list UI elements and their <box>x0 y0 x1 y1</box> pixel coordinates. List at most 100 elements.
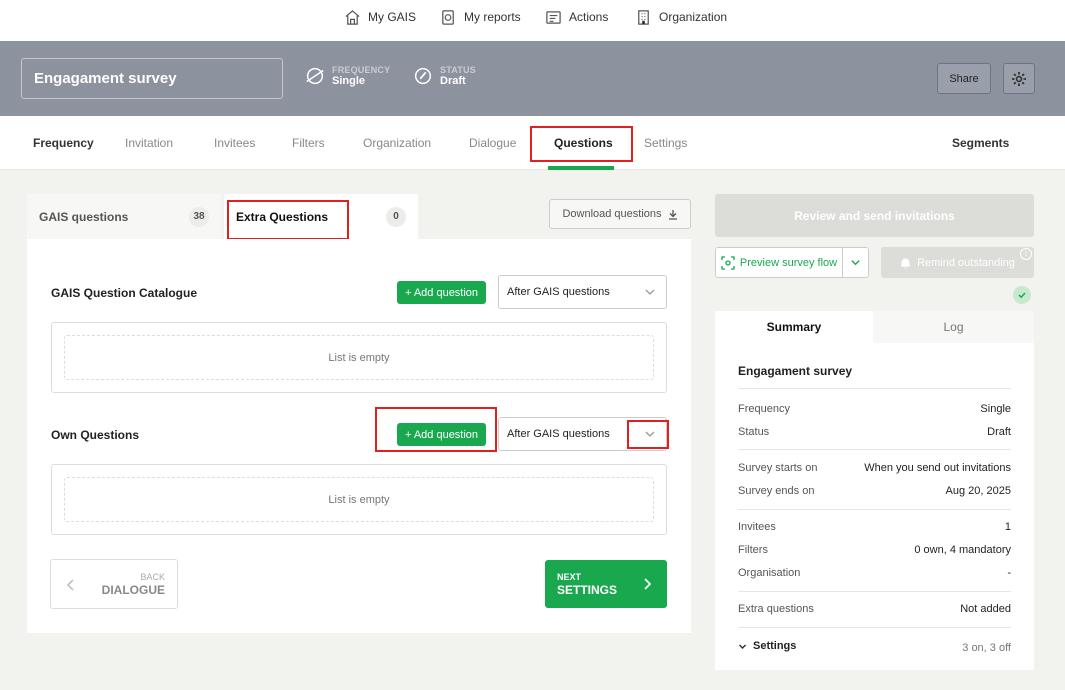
info-icon[interactable]: i <box>1020 248 1032 260</box>
active-tab-indicator <box>548 166 614 170</box>
chevron-left-icon <box>66 579 74 591</box>
catalogue-list: List is empty <box>51 322 667 393</box>
subtab-gais-label: GAIS questions <box>39 210 129 224</box>
summary-survey-title: Engagament survey <box>738 364 853 378</box>
summary-value: 0 own, 4 mandatory <box>914 544 1011 556</box>
tab-log[interactable]: Log <box>873 311 1034 343</box>
catalogue-add-question-button[interactable]: + Add question <box>397 281 486 304</box>
nav-organization-label: Organization <box>659 10 728 24</box>
back-label: BACK <box>140 572 165 582</box>
reports-icon <box>442 9 454 25</box>
summary-row-filters: Filters 0 own, 4 mandatory <box>738 544 1011 558</box>
summary-key: Filters <box>738 544 768 556</box>
summary-key: Organisation <box>738 567 801 579</box>
tab-settings[interactable]: Settings <box>644 136 687 150</box>
summary-row-status: Status Draft <box>738 426 1011 440</box>
summary-key: Survey starts on <box>738 462 818 474</box>
subtab-extra-questions[interactable]: Extra Questions 0 <box>224 194 418 239</box>
tab-invitation[interactable]: Invitation <box>125 136 173 150</box>
download-icon <box>668 209 677 220</box>
summary-value: - <box>1007 567 1011 579</box>
nav-my-reports[interactable]: My reports <box>440 8 521 26</box>
nav-organization[interactable]: Organization <box>635 8 727 26</box>
own-position-select[interactable]: After GAIS questions <box>498 417 667 451</box>
preview-survey-flow-button[interactable]: Preview survey flow <box>715 247 869 278</box>
tab-frequency[interactable]: Frequency <box>33 136 94 150</box>
preview-dropdown-toggle[interactable] <box>843 248 868 277</box>
summary-value: When you send out invitations <box>864 462 1011 474</box>
building-icon <box>638 9 649 25</box>
top-navigation: My GAIS My reports Actions Organization <box>0 0 1065 41</box>
summary-panel: Engagament survey Frequency Single Statu… <box>715 343 1034 670</box>
status-label: STATUS <box>440 65 476 75</box>
preview-survey-flow-main[interactable]: Preview survey flow <box>716 248 843 277</box>
frequency-label: FREQUENCY <box>332 65 391 75</box>
survey-tabs: Frequency Invitation Invitees Filters Or… <box>0 116 1065 170</box>
own-questions-list: List is empty <box>51 464 667 535</box>
actions-icon <box>546 10 561 24</box>
divider <box>738 509 1011 510</box>
catalogue-empty-text: List is empty <box>64 335 654 380</box>
tab-invitees[interactable]: Invitees <box>214 136 255 150</box>
summary-key: Survey ends on <box>738 485 815 497</box>
own-empty-text: List is empty <box>64 477 654 522</box>
download-questions-button[interactable]: Download questions <box>549 199 691 229</box>
divider <box>738 449 1011 450</box>
next-button[interactable]: NEXT SETTINGS <box>545 560 667 608</box>
divider <box>738 591 1011 592</box>
status-value: Draft <box>440 75 466 87</box>
tab-dialogue[interactable]: Dialogue <box>469 136 516 150</box>
tab-filters[interactable]: Filters <box>292 136 325 150</box>
home-icon <box>345 9 360 25</box>
back-value: DIALOGUE <box>101 583 165 597</box>
remind-outstanding-label: Remind outstanding <box>917 256 1015 269</box>
download-questions-label: Download questions <box>562 208 662 220</box>
chevron-down-icon[interactable] <box>644 428 656 440</box>
back-button[interactable]: BACK DIALOGUE <box>50 559 178 609</box>
gais-count-badge: 38 <box>189 207 209 227</box>
tab-questions[interactable]: Questions <box>554 136 613 150</box>
remind-outstanding-button[interactable]: Remind outstanding <box>881 247 1034 278</box>
chevron-down-icon <box>645 289 655 295</box>
tab-segments[interactable]: Segments <box>952 136 1009 150</box>
bell-icon <box>901 258 911 268</box>
summary-key: Extra questions <box>738 603 814 615</box>
nav-my-reports-label: My reports <box>464 10 521 24</box>
subtab-gais-questions[interactable]: GAIS questions 38 <box>27 194 221 239</box>
catalogue-position-value: After GAIS questions <box>507 286 610 298</box>
own-add-question-button[interactable]: + Add question <box>397 423 486 446</box>
summary-row-invitees: Invitees 1 <box>738 521 1011 535</box>
summary-settings-label: Settings <box>753 640 797 652</box>
summary-row-starts: Survey starts on When you send out invit… <box>738 462 1011 476</box>
subtab-extra-label: Extra Questions <box>236 210 329 224</box>
summary-settings-value: 3 on, 3 off <box>962 642 1011 654</box>
survey-title-input[interactable]: Engagament survey <box>21 58 283 99</box>
next-label: NEXT <box>557 572 582 582</box>
nav-actions-label: Actions <box>569 10 609 24</box>
own-position-value: After GAIS questions <box>507 428 610 440</box>
summary-settings-key[interactable]: Settings <box>738 640 796 652</box>
preview-eye-icon <box>721 255 735 270</box>
tab-organization[interactable]: Organization <box>363 136 431 150</box>
settings-gear-button[interactable] <box>1003 63 1035 94</box>
summary-key: Frequency <box>738 403 790 415</box>
summary-value: 1 <box>1004 521 1011 533</box>
divider <box>738 388 1011 389</box>
share-button[interactable]: Share <box>937 63 991 94</box>
nav-actions[interactable]: Actions <box>545 8 608 26</box>
catalogue-position-select[interactable]: After GAIS questions <box>498 275 667 309</box>
own-questions-title: Own Questions <box>51 428 140 442</box>
tab-summary[interactable]: Summary <box>715 311 873 343</box>
review-send-invitations-button[interactable]: Review and send invitations <box>715 194 1034 237</box>
nav-my-gais[interactable]: My GAIS <box>344 8 416 26</box>
nav-my-gais-label: My GAIS <box>368 10 417 24</box>
summary-value: Not added <box>960 603 1011 615</box>
summary-value: Single <box>980 403 1011 415</box>
summary-value: Draft <box>987 426 1011 438</box>
status-edit-icon <box>414 67 432 85</box>
status-meta: STATUS Draft <box>412 65 476 87</box>
frequency-value: Single <box>332 75 366 87</box>
next-value: SETTINGS <box>557 583 618 597</box>
summary-value: Aug 20, 2025 <box>945 485 1011 497</box>
summary-key: Invitees <box>738 521 776 533</box>
